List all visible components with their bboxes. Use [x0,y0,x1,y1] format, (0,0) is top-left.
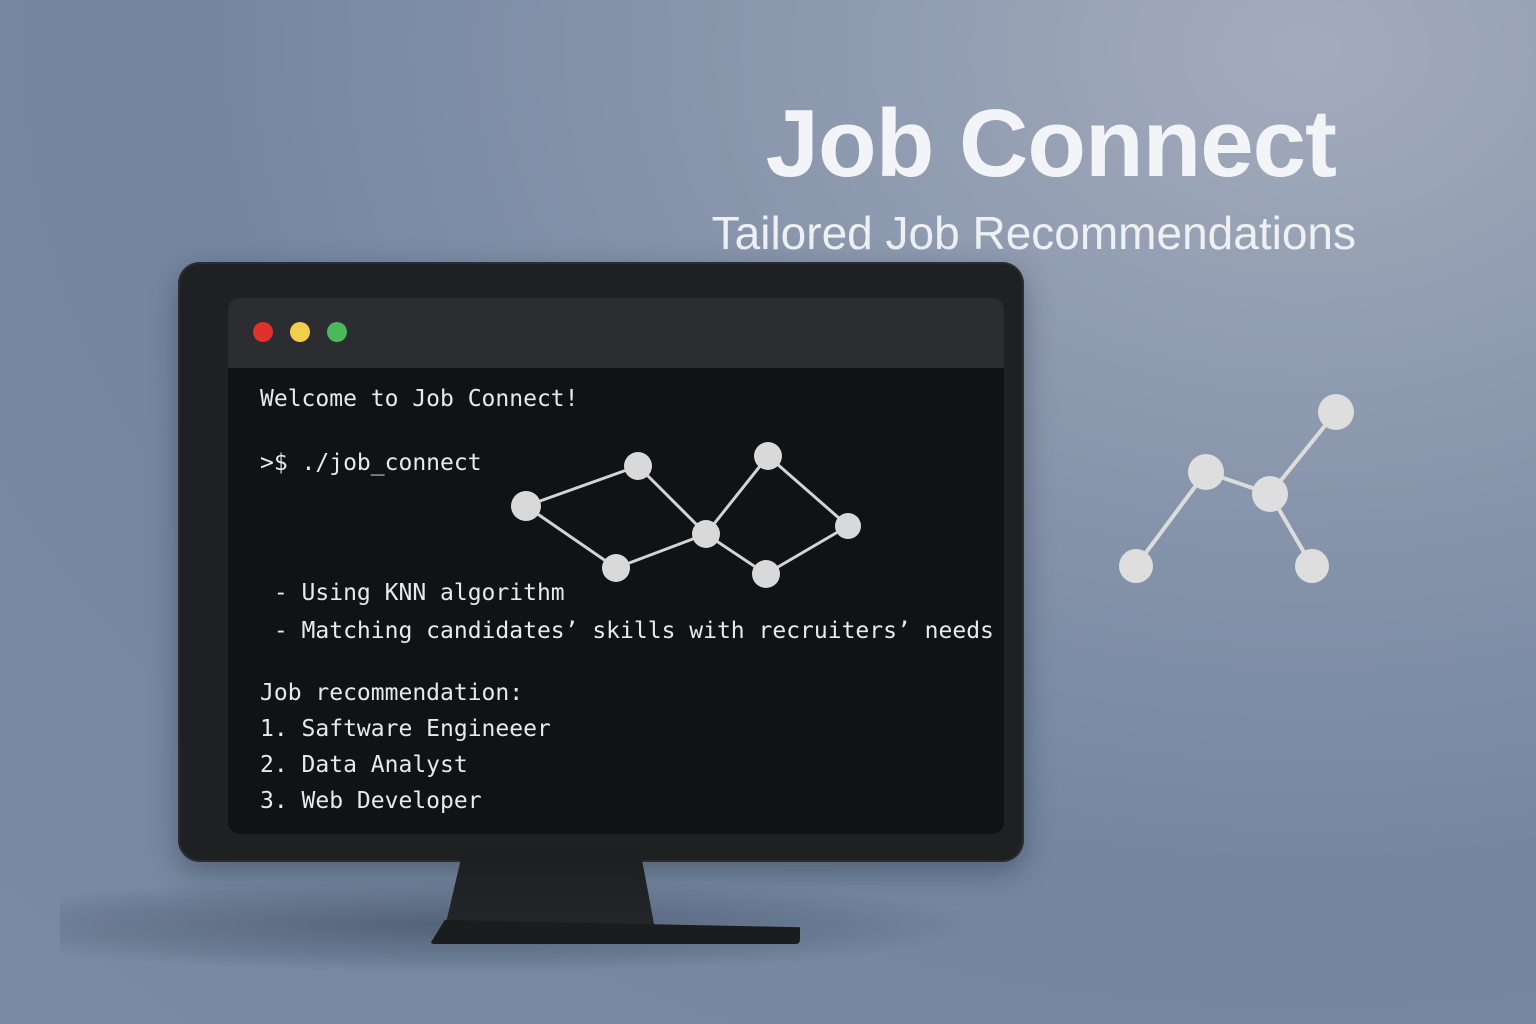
note-knn: - Using KNN algorithm [260,580,565,606]
note-matching: - Matching candidates’ skills with recru… [260,618,994,644]
terminal-window: Welcome to Job Connect! >$ ./job_connect [228,298,1004,834]
list-item: 2. Data Analyst [260,752,468,778]
page-subtitle: Tailored Job Recommendations [711,207,1356,259]
monitor: Welcome to Job Connect! >$ ./job_connect [178,262,1024,862]
list-item: 1. Saftware Engineeer [260,716,551,742]
recommendation-heading: Job recommendation: [260,680,524,706]
network-graph-icon [511,442,861,588]
network-graph-icon [1119,394,1354,583]
close-button[interactable] [253,322,273,342]
list-item: 3. Web Developer [260,788,482,814]
minimize-button[interactable] [290,322,310,342]
maximize-button[interactable] [327,322,347,342]
page-title: Job Connect [765,90,1337,197]
command-line: >$ ./job_connect [260,450,482,476]
terminal-title-bar [228,298,1004,368]
welcome-line: Welcome to Job Connect! [260,386,579,412]
hero: Job Connect Tailored Job Recommendations [711,90,1356,259]
